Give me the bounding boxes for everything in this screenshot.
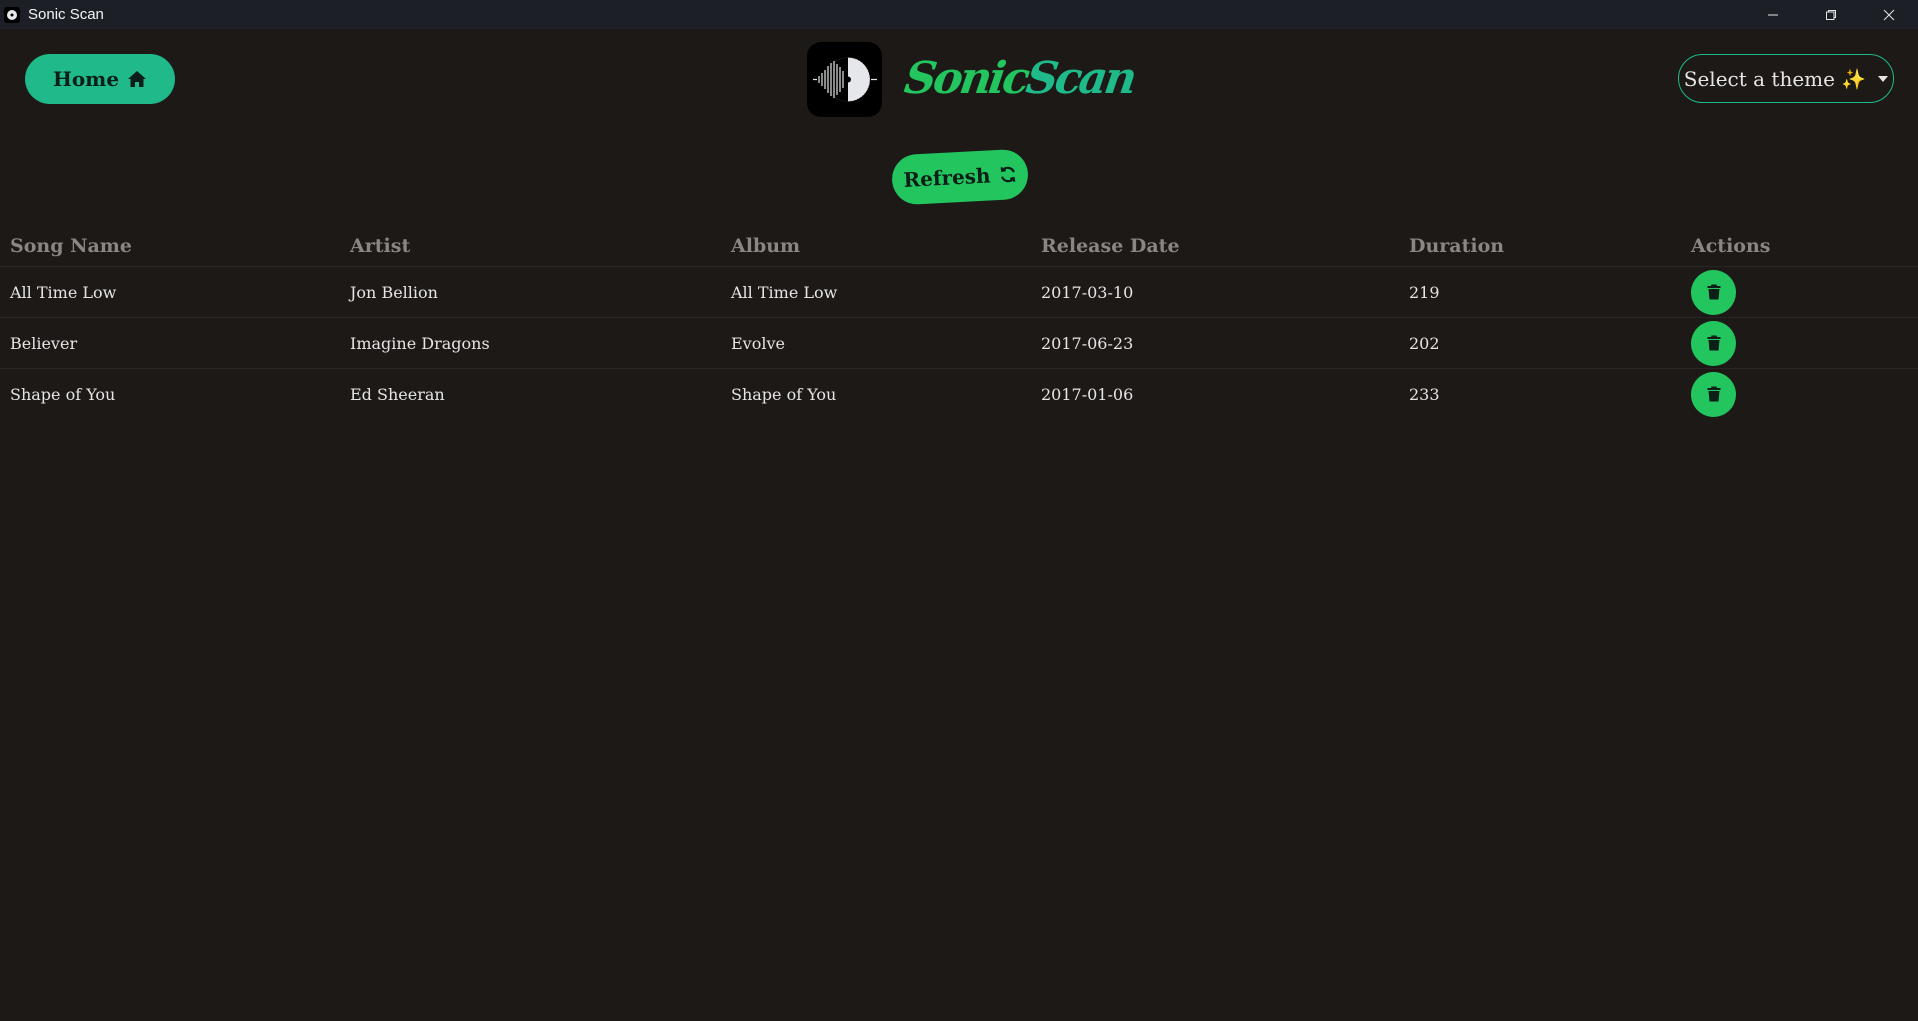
chevron-down-icon [1878, 75, 1889, 82]
trash-icon [1707, 386, 1720, 402]
cell-duration: 202 [1399, 317, 1681, 369]
table-row: Believer Imagine Dragons Evolve 2017-06-… [0, 317, 1918, 369]
restore-icon [1826, 9, 1836, 20]
column-header-album: Album [721, 226, 1031, 267]
delete-button[interactable] [1691, 269, 1736, 315]
refresh-icon [999, 166, 1015, 183]
cell-duration: 233 [1409, 384, 1440, 404]
window-controls [1744, 0, 1918, 29]
brand-wordmark: Sonic Scan [901, 50, 1138, 106]
home-button[interactable]: Home [25, 54, 175, 104]
trash-icon [1707, 335, 1720, 351]
column-header-release-date: Release Date [1031, 226, 1399, 267]
delete-button[interactable] [1691, 371, 1736, 417]
cell-release-date: 2017-01-06 [1041, 384, 1134, 404]
cell-release-date: 2017-03-10 [1031, 266, 1399, 318]
table-row: Shape of You Ed Sheeran Shape of You 201… [0, 369, 1918, 420]
close-icon [1883, 9, 1895, 20]
cell-artist: Ed Sheeran [350, 384, 445, 404]
vinyl-icon [4, 6, 20, 23]
cell-actions [1681, 266, 1918, 318]
cell-album: All Time Low [721, 266, 1031, 318]
songs-table: Song Name Artist Album Release Date Dura… [0, 226, 1918, 419]
cell-artist: Jon Bellion [340, 266, 721, 318]
column-header-artist: Artist [340, 226, 721, 267]
close-button[interactable] [1860, 0, 1918, 29]
brand-part-sonic: Sonic [901, 52, 1031, 104]
app-logo [807, 42, 882, 117]
delete-button[interactable] [1691, 320, 1736, 366]
cell-duration: 219 [1399, 266, 1681, 318]
minimize-button[interactable] [1744, 0, 1802, 29]
cell-actions [1681, 317, 1918, 369]
cell-song-name: Believer [0, 317, 340, 369]
column-header-song-name: Song Name [0, 226, 340, 267]
table-header-row: Song Name Artist Album Release Date Dura… [0, 226, 1918, 267]
table-row: All Time Low Jon Bellion All Time Low 20… [0, 266, 1918, 318]
home-label: Home [52, 67, 120, 91]
cell-release-date: 2017-06-23 [1031, 317, 1399, 369]
column-header-duration: Duration [1399, 226, 1681, 267]
restore-button[interactable] [1802, 0, 1860, 29]
theme-select-label: Select a theme ✨ [1683, 66, 1867, 91]
theme-select[interactable]: Select a theme ✨ [1678, 54, 1894, 103]
column-header-actions: Actions [1681, 226, 1918, 267]
title-bar: Sonic Scan [0, 0, 1918, 29]
refresh-button[interactable]: Refresh [890, 148, 1030, 206]
refresh-label: Refresh [902, 163, 992, 192]
cell-actions [1681, 369, 1918, 420]
cell-song-name: Shape of You [10, 384, 116, 404]
window-title: Sonic Scan [28, 6, 104, 23]
trash-icon [1707, 284, 1720, 300]
home-icon [128, 71, 147, 87]
brand-part-scan: Scan [1023, 52, 1138, 104]
cell-album: Evolve [721, 317, 1031, 369]
vinyl-wave-icon [813, 57, 877, 102]
cell-album: Shape of You [731, 384, 837, 404]
minimize-icon [1768, 14, 1778, 15]
cell-artist: Imagine Dragons [340, 317, 721, 369]
cell-song-name: All Time Low [0, 266, 340, 318]
